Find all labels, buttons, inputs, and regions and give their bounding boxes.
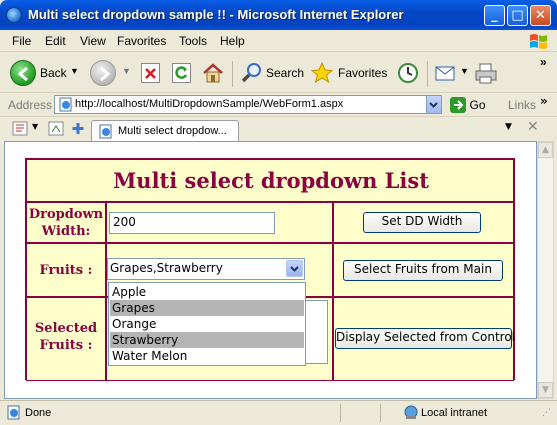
status-bar: Done Local intranet ⋰ [0,400,557,425]
resize-grip-icon[interactable]: ⋰ [542,408,551,418]
menu-view[interactable]: View [80,34,106,48]
page-heading: Multi select dropdown List [113,168,429,193]
refresh-icon[interactable] [172,63,191,83]
list-item-apple[interactable]: Apple [110,284,304,300]
address-dropdown-icon[interactable] [426,96,441,113]
status-divider [380,404,381,422]
tab-list-dropdown-icon[interactable]: ▼ [505,122,512,132]
search-button-label[interactable]: Search [266,66,304,80]
search-icon[interactable] [240,61,264,85]
address-bar: Address http://localhost/MultiDropdownSa… [0,93,557,117]
favorites-center-icon[interactable] [12,121,28,136]
toolbar-separator [427,61,428,87]
tab-page-icon [99,124,112,139]
select-fruits-from-main-button[interactable]: Select Fruits from Main [343,260,503,281]
maximize-button[interactable]: □ [507,5,528,26]
minimize-button[interactable]: _ [484,5,505,26]
status-text: Done [25,407,52,419]
fruits-multiselect-dropdown[interactable]: Grapes,Strawberry [107,258,305,280]
go-arrow-icon [450,97,466,113]
dd-width-input[interactable]: 200 [109,212,275,234]
chevron-down-icon[interactable] [286,260,303,277]
feeds-icon[interactable] [48,121,64,136]
scroll-down-icon[interactable]: ▼ [538,382,553,398]
forward-dropdown-icon[interactable]: ▼ [122,66,131,76]
list-item-water-melon[interactable]: Water Melon [110,348,304,364]
print-icon[interactable] [474,61,498,85]
selected-fruits-label: Selected Fruits : [34,321,98,353]
menu-bar: File Edit View Favorites Tools Help [0,30,557,52]
heading-cell: Multi select dropdown List [26,159,514,202]
status-page-icon [7,405,20,420]
dd-width-label: Dropdown Width: [28,207,104,239]
go-label: Go [469,98,486,112]
toolbar: Back ▼ ▼ Search Favorites ▼ » [0,53,557,93]
close-button[interactable]: ✕ [530,5,551,26]
close-tab-icon[interactable]: ✕ [527,119,539,135]
select-fruits-cell: Select Fruits from Main [333,243,514,297]
tab-bar: ▼ Multi select dropdow... ▼ ✕ [0,117,557,141]
dd-width-input-cell: 200 [106,202,333,243]
address-input[interactable]: http://localhost/MultiDropdownSample/Web… [54,95,442,114]
windows-logo-icon [530,34,547,49]
fruits-selected-text: Grapes,Strawberry [110,261,223,275]
back-dropdown-icon[interactable]: ▼ [70,66,79,76]
selected-fruits-label-cell: Selected Fruits : [26,297,106,381]
fruits-label-cell: Fruits : [26,243,106,297]
title-bar: Multi select dropdown sample !! - Micros… [0,0,557,30]
favorites-button-label[interactable]: Favorites [338,66,387,80]
back-arrow-icon[interactable] [10,60,36,86]
links-overflow-icon[interactable]: » [540,94,548,108]
local-intranet-icon [404,405,418,419]
display-selected-cell: Display Selected from Control [333,297,515,381]
scroll-up-icon[interactable]: ▲ [538,142,553,158]
display-selected-from-control-button[interactable]: Display Selected from Control [335,328,515,349]
stop-icon[interactable] [141,63,160,83]
list-item-grapes[interactable]: Grapes [110,300,304,316]
dd-width-label-cell: Dropdown Width: [26,202,106,243]
security-zone-text: Local intranet [421,407,488,419]
page-content: Multi select dropdown List Dropdown Widt… [4,141,537,399]
home-icon[interactable] [202,62,224,84]
mail-dropdown-icon[interactable]: ▼ [460,66,469,76]
set-dd-width-button[interactable]: Set DD Width [363,212,481,233]
vertical-scrollbar[interactable]: ▲ ▼ [537,141,554,399]
menu-favorites[interactable]: Favorites [117,34,166,48]
menu-file[interactable]: File [12,34,31,48]
window-title: Multi select dropdown sample !! - Micros… [28,7,404,22]
tab-title: Multi select dropdow... [118,125,227,137]
menu-tools[interactable]: Tools [179,34,207,48]
toolbar-separator [232,61,233,87]
menu-edit[interactable]: Edit [45,34,66,48]
forward-arrow-icon[interactable] [90,60,116,86]
status-divider [340,404,341,422]
fruits-label: Fruits : [39,263,93,278]
back-button-label[interactable]: Back [40,66,67,80]
selected-fruits-output [303,300,328,364]
links-label[interactable]: Links [508,98,536,112]
fruits-dropdown-list[interactable]: Apple Grapes Orange Strawberry Water Mel… [108,282,306,366]
tab-current-page[interactable]: Multi select dropdow... [91,120,239,141]
menu-help[interactable]: Help [220,34,245,48]
list-item-strawberry[interactable]: Strawberry [110,332,304,348]
history-icon[interactable] [396,61,420,85]
set-width-cell: Set DD Width [333,202,514,243]
mail-icon[interactable] [434,62,458,84]
address-label: Address [8,98,53,112]
address-url: http://localhost/MultiDropdownSample/Web… [75,98,344,110]
page-icon [59,97,72,112]
favorites-center-dropdown-icon[interactable]: ▼ [32,122,38,131]
add-favorite-plus-icon[interactable] [70,121,86,136]
toolbar-overflow-icon[interactable]: » [540,55,547,69]
list-item-orange[interactable]: Orange [110,316,304,332]
ie-logo-icon [6,7,22,23]
favorites-star-icon[interactable] [310,61,334,85]
go-button[interactable]: Go [450,97,486,113]
